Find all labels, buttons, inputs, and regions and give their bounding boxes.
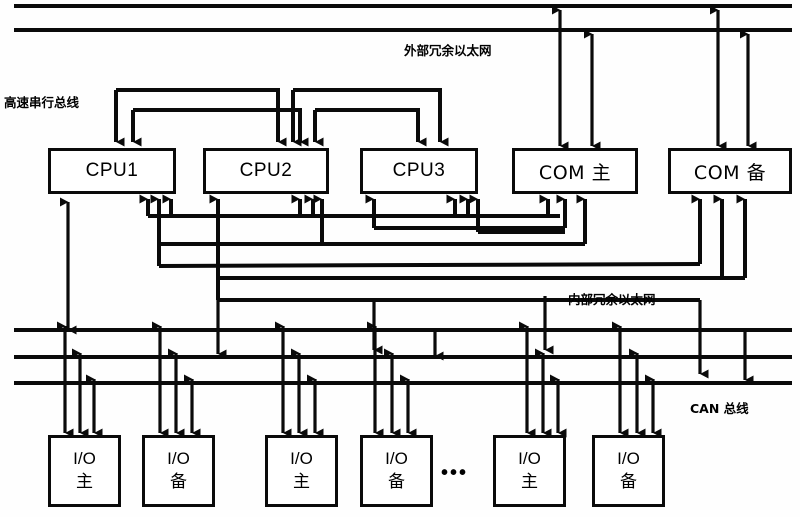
intnet-rail-9: [158, 262, 701, 268]
diagram-canvas: CPU1 CPU2 CPU3 COM 主 COM 备 I/O 主 I/O 备 I…: [0, 0, 800, 517]
caption-can-bus: CAN 总线: [690, 401, 749, 416]
node-cpu3[interactable]: CPU3: [360, 148, 478, 194]
serial-link-c: [133, 108, 309, 147]
node-cpu2[interactable]: CPU2: [203, 148, 329, 194]
node-io4[interactable]: I/O 备: [360, 435, 433, 507]
node-io6-role: 备: [620, 472, 637, 493]
node-io4-label: I/O: [385, 448, 408, 468]
serial-link-g: [315, 108, 427, 147]
serial-link-a: [116, 88, 287, 147]
node-io5[interactable]: I/O 主: [493, 435, 566, 507]
node-io5-role: 主: [521, 472, 538, 493]
caption-internal-ethernet: 内部冗余以太网: [568, 292, 656, 307]
node-com-backup-label: COM 备: [693, 161, 767, 184]
node-io3-role: 主: [293, 472, 310, 493]
node-io6-label: I/O: [617, 448, 640, 468]
io-continuation-ellipsis: •••: [441, 462, 469, 484]
node-cpu1-label: CPU1: [85, 160, 139, 181]
node-io5-label: I/O: [518, 448, 541, 468]
caption-serial-bus: 高速串行总线: [4, 95, 80, 110]
node-io1-label: I/O: [73, 448, 96, 468]
node-com-main[interactable]: COM 主: [512, 148, 638, 194]
node-io1-role: 主: [76, 472, 93, 493]
node-io3[interactable]: I/O 主: [265, 435, 338, 507]
node-io2[interactable]: I/O 备: [142, 435, 215, 507]
node-io1[interactable]: I/O 主: [48, 435, 121, 507]
node-com-backup[interactable]: COM 备: [668, 148, 792, 194]
caption-external-ethernet: 外部冗余以太网: [404, 43, 492, 58]
node-io4-role: 备: [388, 472, 405, 493]
node-io2-label: I/O: [167, 448, 190, 468]
node-io6[interactable]: I/O 备: [592, 435, 665, 507]
node-io3-label: I/O: [290, 448, 313, 468]
node-cpu2-label: CPU2: [239, 160, 293, 181]
node-com-main-label: COM 主: [538, 161, 612, 184]
node-cpu1[interactable]: CPU1: [48, 148, 176, 194]
node-io2-role: 备: [170, 472, 187, 493]
node-cpu3-label: CPU3: [392, 160, 446, 181]
